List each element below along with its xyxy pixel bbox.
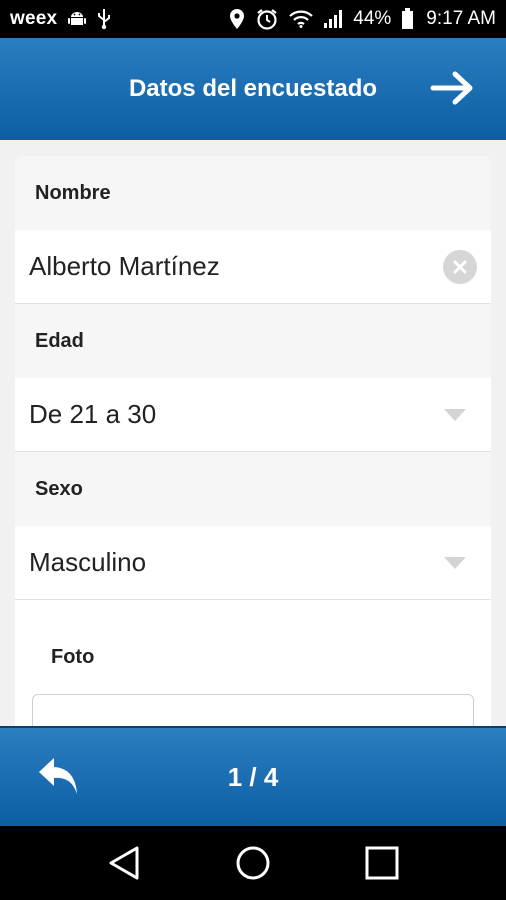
foto-label: Foto (51, 646, 95, 668)
status-bar: weex 44% 9:17 AM (0, 0, 506, 38)
screen: weex 44% 9:17 AM Datos del encuestado No… (0, 0, 506, 900)
nombre-label: Nombre (15, 156, 491, 230)
signal-icon (323, 9, 343, 29)
bottom-bar: 1 / 4 (0, 726, 506, 826)
location-icon (229, 8, 245, 30)
recents-square-icon (365, 846, 399, 880)
battery-icon (401, 8, 414, 30)
nav-recents-button[interactable] (357, 838, 407, 888)
chevron-down-icon (444, 408, 466, 421)
android-icon (67, 10, 87, 28)
edad-value: De 21 a 30 (29, 399, 157, 429)
nombre-field[interactable]: Alberto Martínez (15, 230, 491, 304)
clear-icon[interactable] (443, 249, 477, 284)
edad-label: Edad (15, 304, 491, 378)
photo-section: Foto (15, 600, 491, 726)
back-triangle-icon (109, 846, 139, 880)
battery-percentage: 44% (353, 8, 392, 29)
arrow-right-icon (430, 71, 473, 105)
sexo-label: Sexo (15, 452, 491, 526)
wifi-icon (289, 10, 314, 28)
page-indicator: 1 / 4 (227, 762, 279, 792)
nav-home-button[interactable] (228, 838, 278, 888)
app-header: Datos del encuestado (0, 38, 506, 140)
photo-input[interactable] (32, 694, 474, 726)
sexo-value: Masculino (29, 547, 147, 577)
alarm-icon (255, 7, 279, 31)
usb-icon (97, 8, 111, 30)
edad-select[interactable]: De 21 a 30 (15, 378, 491, 452)
nav-back-button[interactable] (99, 838, 149, 888)
page-title: Datos del encuestado (128, 75, 378, 102)
navigation-bar (0, 826, 506, 900)
chevron-down-icon (444, 556, 466, 569)
survey-form: Nombre Alberto Martínez Edad De 21 a 30 … (15, 156, 491, 726)
carrier-label: weex (10, 8, 58, 29)
nombre-value[interactable]: Alberto Martínez (29, 251, 443, 282)
sexo-select[interactable]: Masculino (15, 526, 491, 600)
next-button[interactable] (430, 68, 474, 108)
clock: 9:17 AM (426, 8, 496, 29)
home-circle-icon (236, 846, 270, 880)
